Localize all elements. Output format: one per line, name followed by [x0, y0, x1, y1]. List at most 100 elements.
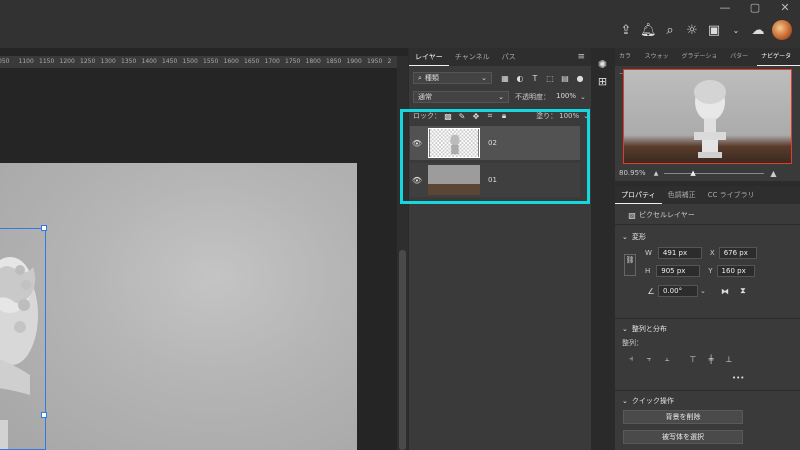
align-top-icon[interactable]: ⊤ [686, 355, 700, 364]
quick-actions-header[interactable]: ⌄ クイック操作 [622, 396, 674, 406]
zoom-slider-thumb[interactable]: ▲ [690, 169, 695, 177]
navigator-tabs: カラー スウォッチ グラデーション パターン ナビゲーター [615, 48, 800, 78]
transform-handle-top-right[interactable] [41, 225, 47, 231]
tab-paths[interactable]: パス [496, 48, 522, 66]
tab-adjustments[interactable]: 色調補正 [662, 186, 702, 204]
height-input[interactable]: 905 px [656, 265, 701, 277]
align-left-icon[interactable]: ⫞ [624, 354, 638, 364]
blend-row: 通常 ⌄ 不透明度： 100% ⌄ [413, 90, 589, 104]
adjustment-filter-icon[interactable]: ◐ [513, 74, 527, 83]
opacity-input[interactable]: 100% [552, 91, 578, 103]
cloud-icon[interactable]: ☁ [750, 23, 766, 38]
layer-type-label: ピクセルレイヤー [639, 211, 695, 219]
chevron-down-icon: ⌄ [481, 74, 487, 82]
filter-row: ⌕ 種類 ⌄ ▦ ◐ T ⬚ ▤ ● [413, 71, 587, 85]
selection-bounding-box[interactable] [0, 228, 46, 450]
minimize-button[interactable]: — [710, 0, 740, 16]
learn-icon[interactable]: ✺ [591, 58, 614, 71]
width-row: W 491 px X 676 px [645, 247, 757, 259]
layers-panel-tabs: レイヤー チャンネル パス ≡ [409, 48, 591, 66]
close-button[interactable]: ✕ [770, 0, 800, 16]
more-options-button[interactable]: ••• [732, 374, 744, 382]
bell-icon[interactable]: 🔔︎ [640, 23, 657, 38]
opacity-label: 不透明度： [515, 93, 550, 101]
workspace-icon[interactable]: ▣ [706, 23, 722, 38]
zoom-in-icon[interactable]: ▲ [770, 169, 776, 178]
width-input[interactable]: 491 px [657, 247, 702, 259]
align-label-row: 整列： [622, 338, 643, 348]
width-label: W [645, 249, 652, 257]
navigator-bust-image [694, 80, 726, 158]
align-hcenter-icon[interactable]: ⫟ [642, 354, 656, 364]
tab-color[interactable]: カラー [615, 48, 640, 78]
photoshop-window: — ▢ ✕ ⇪ 🔔︎ ⌕ ☼ ▣ ⌄ ☁ 0501100115012001250… [0, 0, 800, 450]
chevron-down-icon: ⌄ [498, 93, 504, 101]
zoom-value: 80.95% [619, 169, 646, 177]
align-right-icon[interactable]: ⫠ [660, 354, 674, 364]
angle-row: ∠ 0.00° ⌄ ⧓ ⧗ [644, 285, 750, 297]
image-filter-icon[interactable]: ▦ [498, 74, 512, 83]
share-icon[interactable]: ⇪ [618, 23, 634, 38]
tab-layers[interactable]: レイヤー [409, 48, 449, 66]
tab-swatches[interactable]: スウォッチ [640, 48, 677, 78]
smartobject-filter-icon[interactable]: ▤ [558, 74, 572, 83]
quick-actions-title: クイック操作 [631, 397, 674, 405]
remove-background-button[interactable]: 背景を削除 [623, 410, 743, 424]
ruler-tick-label: 2 [387, 58, 392, 65]
navigator-preview[interactable] [623, 69, 792, 164]
align-label: 整列： [622, 339, 643, 347]
chevron-down-icon: ⌄ [622, 325, 628, 333]
shape-filter-icon[interactable]: ⬚ [543, 74, 557, 83]
tab-properties[interactable]: プロパティ [615, 186, 662, 204]
avatar[interactable] [772, 20, 792, 40]
tab-channels[interactable]: チャンネル [449, 48, 496, 66]
chevron-down-icon: ⌄ [622, 233, 628, 241]
align-bottom-icon[interactable]: ⊥ [722, 355, 736, 364]
tab-patterns[interactable]: パターン [726, 48, 757, 78]
chevron-down-icon[interactable]: ⌄ [728, 26, 744, 35]
panel-menu-icon[interactable]: ≡ [577, 52, 591, 62]
tab-cc-libraries[interactable]: CC ライブラリ [702, 186, 761, 204]
divider [615, 224, 800, 225]
height-row: H 905 px Y 160 px [645, 265, 755, 277]
search-icon[interactable]: ⌕ [662, 23, 678, 38]
zoom-out-icon[interactable]: ▲ [654, 170, 659, 177]
align-section-header[interactable]: ⌄ 整列と分布 [622, 324, 667, 334]
link-icon[interactable]: ⛓ [624, 254, 636, 276]
filter-label: 種類 [424, 74, 439, 82]
zoom-row: 80.95% ▲ ▲ ▲ [619, 168, 797, 178]
layer-filter-dropdown[interactable]: ⌕ 種類 ⌄ [413, 72, 492, 84]
transform-handle-bottom-right[interactable] [41, 412, 47, 418]
window-controls: — ▢ ✕ [710, 0, 800, 16]
height-label: H [645, 267, 651, 275]
scrollbar-thumb[interactable] [399, 250, 406, 450]
libraries-icon[interactable]: ⊞ [591, 75, 614, 88]
flip-vertical-icon[interactable]: ⧗ [736, 286, 750, 296]
x-input[interactable]: 676 px [718, 247, 757, 259]
transform-section-header[interactable]: ⌄ 変形 [622, 232, 646, 242]
filter-toggle-icon[interactable]: ● [573, 74, 587, 83]
y-input[interactable]: 160 px [716, 265, 755, 277]
zoom-slider[interactable]: ▲ [664, 169, 765, 177]
blend-mode-value: 通常 [418, 93, 432, 101]
chevron-down-icon: ⌄ [622, 397, 628, 405]
image-icon: ▧ [628, 210, 636, 220]
tab-navigator[interactable]: ナビゲーター [757, 48, 800, 78]
type-filter-icon[interactable]: T [528, 74, 542, 83]
lightbulb-icon[interactable]: ☼ [684, 23, 700, 38]
align-buttons: ⫞ ⫟ ⫠ ⊤ ╪ ⊥ [624, 354, 736, 364]
chevron-down-icon[interactable]: ⌄ [580, 93, 586, 101]
select-subject-button[interactable]: 被写体を選択 [623, 430, 743, 444]
flip-horizontal-icon[interactable]: ⧓ [718, 287, 732, 296]
divider [615, 390, 800, 391]
x-label: X [709, 249, 715, 257]
align-vcenter-icon[interactable]: ╪ [704, 355, 718, 364]
search-icon: ⌕ [418, 74, 422, 82]
canvas[interactable] [0, 163, 357, 450]
maximize-button[interactable]: ▢ [740, 0, 770, 16]
chevron-down-icon[interactable]: ⌄ [700, 287, 706, 295]
panel-icon-strip: ✺ ⊞ [591, 48, 614, 450]
tab-gradients[interactable]: グラデーション [678, 48, 727, 78]
angle-input[interactable]: 0.00° [658, 285, 698, 297]
blend-mode-dropdown[interactable]: 通常 ⌄ [413, 91, 509, 103]
